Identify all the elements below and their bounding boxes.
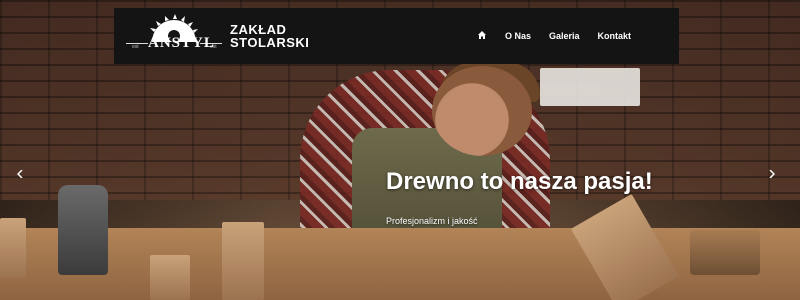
top-navbar: est est ANSTYL ZAKŁAD STOLARSKI O Nas Ga… <box>114 8 679 64</box>
chevron-right-icon <box>769 170 775 178</box>
paper-sheet <box>540 68 640 106</box>
carousel-next-button[interactable] <box>766 166 778 182</box>
sander-tool <box>58 185 108 275</box>
hero-headline: Drewno to nasza pasja! <box>386 168 653 195</box>
carpenter-head <box>432 66 532 156</box>
chevron-left-icon <box>17 170 23 178</box>
hero-caption: Drewno to nasza pasja! Profesjonalizm i … <box>386 168 653 226</box>
nav-home-link[interactable] <box>477 30 487 42</box>
workbench <box>0 228 800 300</box>
nav-link-o-nas[interactable]: O Nas <box>505 31 531 41</box>
carousel-prev-button[interactable] <box>14 166 26 182</box>
wood-plank <box>0 218 26 278</box>
nav-link-kontakt[interactable]: Kontakt <box>598 31 632 41</box>
logo-est-left: est <box>132 44 139 50</box>
hand-plane-tool <box>690 230 760 275</box>
logo[interactable]: est est ANSTYL <box>124 8 224 64</box>
brand-name[interactable]: ZAKŁAD STOLARSKI <box>230 23 309 49</box>
wood-plank <box>150 255 190 300</box>
hero-subtitle: Profesjonalizm i jakość <box>386 216 478 226</box>
main-menu: O Nas Galeria Kontakt <box>477 30 631 42</box>
logo-text: ANSTYL <box>148 35 215 51</box>
nav-link-galeria[interactable]: Galeria <box>549 31 580 41</box>
home-icon <box>477 31 486 39</box>
wood-plank <box>222 222 264 300</box>
brand-line-2: STOLARSKI <box>230 35 310 50</box>
